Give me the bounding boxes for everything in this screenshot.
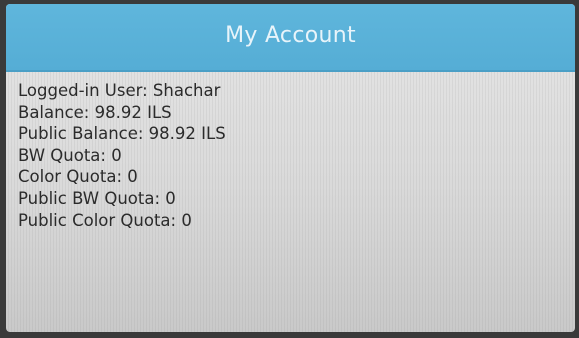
public-color-quota-line: Public Color Quota: 0 xyxy=(18,210,192,230)
balance-line: Balance: 98.92 ILS xyxy=(18,102,172,122)
page-title: My Account xyxy=(225,23,356,48)
screen: My Account Logged-in User: Shachar Balan… xyxy=(6,4,575,332)
logged-in-user-line: Logged-in User: Shachar xyxy=(18,81,221,100)
account-info-list: Logged-in User: Shachar Balance: 98.92 I… xyxy=(18,80,226,231)
color-quota-line: Color Quota: 0 xyxy=(18,167,138,187)
device-bezel: My Account Logged-in User: Shachar Balan… xyxy=(0,0,579,338)
public-bw-quota-line: Public BW Quota: 0 xyxy=(18,188,176,208)
bw-quota-line: BW Quota: 0 xyxy=(18,145,122,165)
public-balance-line: Public Balance: 98.92 ILS xyxy=(18,124,226,144)
title-bar: My Account xyxy=(6,4,575,72)
